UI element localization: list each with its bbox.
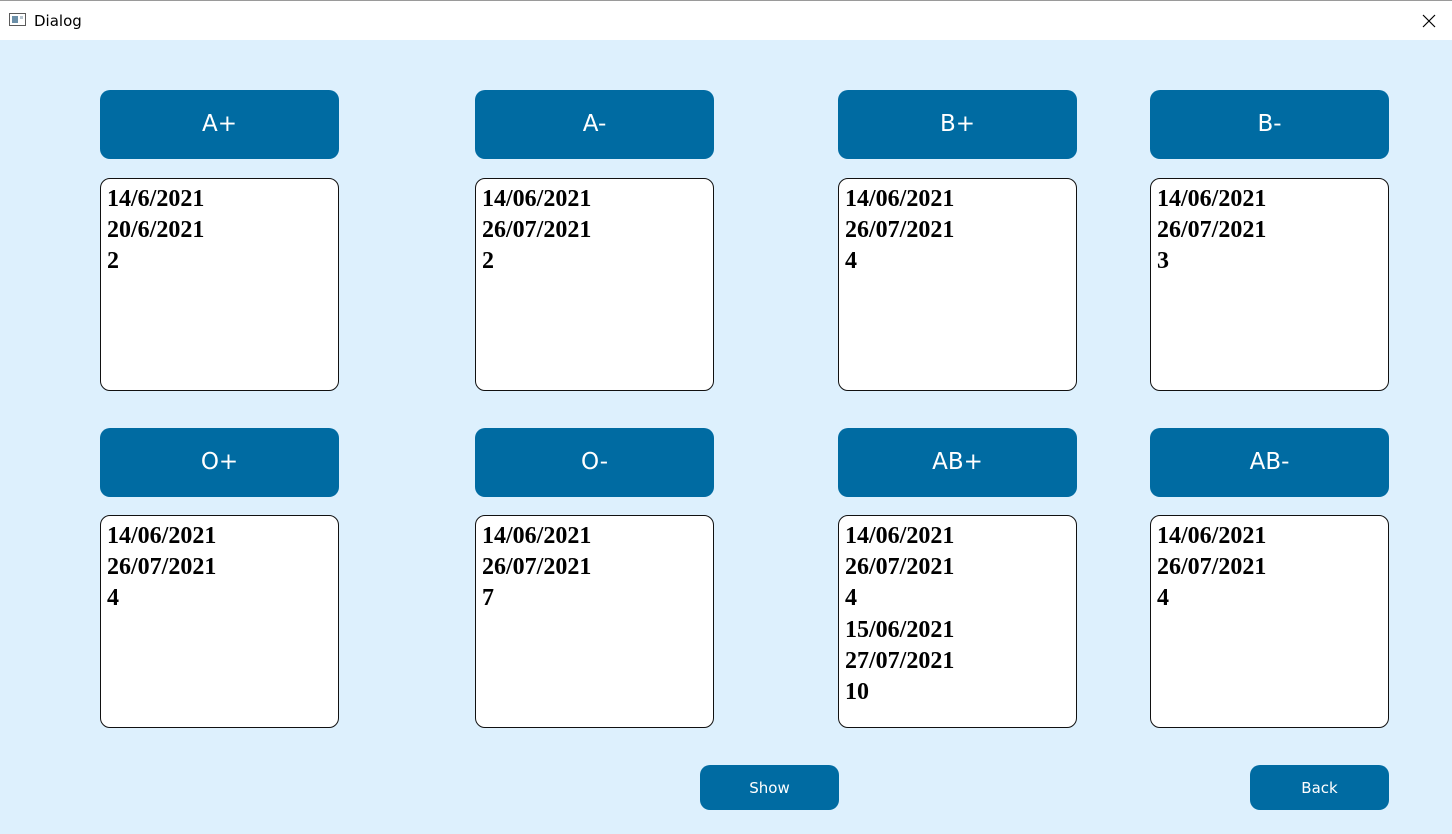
info-line: 4: [845, 585, 857, 612]
info-line: 26/07/2021: [107, 554, 217, 581]
info-box-ab-pos: 14/06/2021 26/07/2021 4 15/06/2021 27/07…: [838, 515, 1077, 728]
info-line: 14/06/2021: [107, 523, 217, 549]
info-line: 26/07/2021: [482, 554, 592, 581]
info-line: 14/06/2021: [1157, 186, 1267, 212]
close-icon: [1422, 14, 1436, 28]
group-button-b-pos[interactable]: B+: [838, 90, 1077, 159]
info-line: 2: [482, 248, 494, 275]
info-line: 26/07/2021: [1157, 217, 1267, 244]
info-line: 26/07/2021: [845, 554, 955, 581]
group-button-a-neg[interactable]: A-: [475, 90, 714, 159]
back-button[interactable]: Back: [1250, 765, 1389, 810]
info-line: 27/07/2021: [845, 647, 955, 674]
info-line: 14/06/2021: [845, 186, 955, 212]
info-box-b-neg: 14/06/2021 26/07/2021 3: [1150, 178, 1389, 391]
window-title: Dialog: [34, 12, 82, 30]
info-line: 26/07/2021: [482, 217, 592, 244]
info-box-a-pos: 14/6/2021 20/6/2021 2: [100, 178, 339, 391]
group-button-o-neg[interactable]: O-: [475, 428, 714, 497]
info-box-a-neg: 14/06/2021 26/07/2021 2: [475, 178, 714, 391]
app-window-icon: [9, 13, 26, 26]
info-line: 14/06/2021: [845, 523, 955, 549]
info-line: 7: [482, 585, 494, 612]
info-box-o-neg: 14/06/2021 26/07/2021 7: [475, 515, 714, 728]
info-line: 20/6/2021: [107, 217, 205, 244]
info-line: 15/06/2021: [845, 616, 955, 643]
info-line: 4: [845, 248, 857, 275]
info-line: 3: [1157, 248, 1169, 275]
info-line: 26/07/2021: [845, 217, 955, 244]
close-button[interactable]: [1408, 1, 1452, 41]
dialog-window: Dialog A+ 14/6/2021 20/6/2021 2 A- 14/06…: [0, 0, 1452, 834]
info-box-o-pos: 14/06/2021 26/07/2021 4: [100, 515, 339, 728]
group-button-ab-pos[interactable]: AB+: [838, 428, 1077, 497]
group-button-o-pos[interactable]: O+: [100, 428, 339, 497]
info-line: 14/06/2021: [1157, 523, 1267, 549]
info-line: 26/07/2021: [1157, 554, 1267, 581]
info-box-b-pos: 14/06/2021 26/07/2021 4: [838, 178, 1077, 391]
group-button-b-neg[interactable]: B-: [1150, 90, 1389, 159]
group-button-a-pos[interactable]: A+: [100, 90, 339, 159]
info-box-ab-neg: 14/06/2021 26/07/2021 4: [1150, 515, 1389, 728]
title-bar: Dialog: [0, 0, 1452, 40]
info-line: 4: [1157, 585, 1169, 612]
group-button-ab-neg[interactable]: AB-: [1150, 428, 1389, 497]
info-line: 14/06/2021: [482, 186, 592, 212]
info-line: 14/06/2021: [482, 523, 592, 549]
info-line: 2: [107, 248, 119, 275]
info-line: 4: [107, 585, 119, 612]
show-button[interactable]: Show: [700, 765, 839, 810]
info-line: 10: [845, 679, 869, 706]
info-line: 14/6/2021: [107, 186, 205, 212]
